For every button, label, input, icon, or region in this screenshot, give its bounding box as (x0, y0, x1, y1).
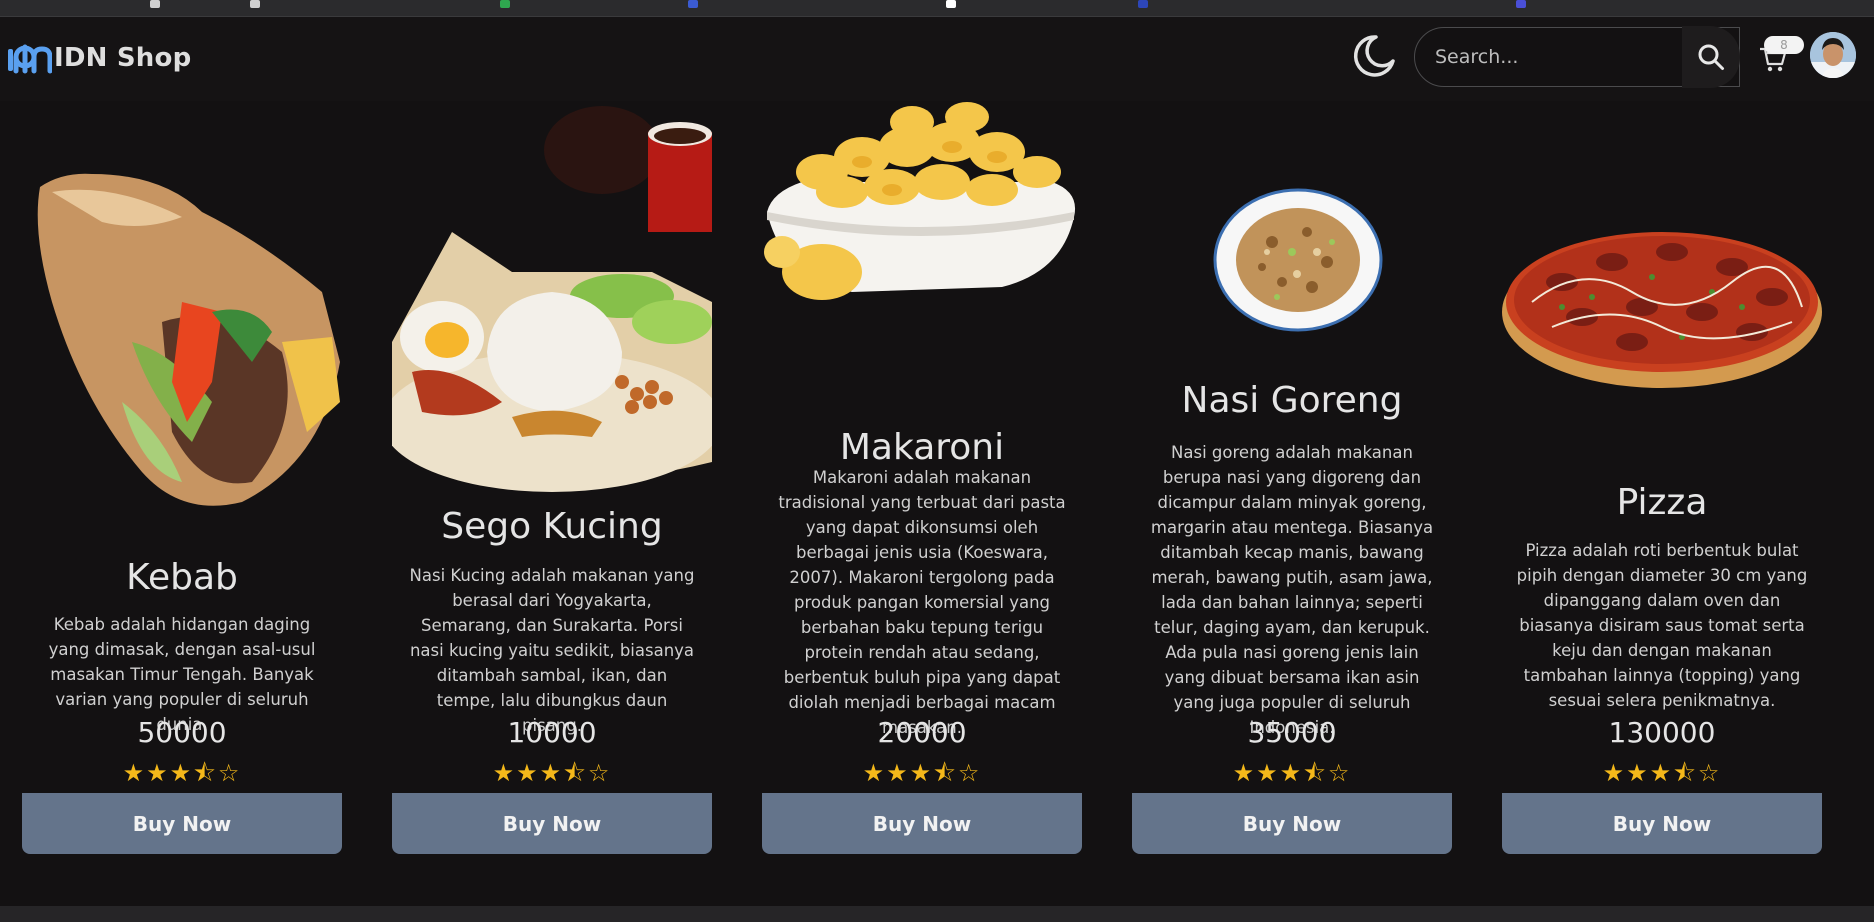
brand-logo-icon (8, 44, 52, 74)
star-rating: ★★★⯪☆ (1232, 759, 1352, 787)
product-title: Kebab (126, 557, 238, 598)
moon-icon[interactable] (1350, 33, 1396, 79)
buy-now-button[interactable]: Buy Now (762, 793, 1082, 854)
product-title: Sego Kucing (441, 506, 663, 547)
kebab-image (37, 173, 340, 506)
product-description: Nasi goreng adalah makanan berupa nasi y… (1150, 443, 1434, 737)
product-image (22, 102, 342, 517)
search-button[interactable] (1682, 26, 1740, 88)
product-description: Nasi Kucing adalah makanan yang berasal … (409, 566, 695, 735)
product-card: Sego Kucing Nasi Kucing adalah makanan y… (382, 102, 722, 854)
star-rating: ★★★⯪☆ (1602, 759, 1722, 787)
star-rating: ★★★⯪☆ (862, 759, 982, 787)
product-title: Nasi Goreng (1181, 380, 1403, 421)
product-price: 10000 (507, 716, 597, 749)
bookmark-icon[interactable] (250, 0, 260, 8)
bookmark-icon[interactable] (150, 0, 160, 8)
product-title: Pizza (1616, 482, 1708, 523)
search-icon (1698, 44, 1724, 70)
product-price: 50000 (137, 716, 227, 749)
bookmark-icon[interactable] (946, 0, 956, 8)
buy-now-button[interactable]: Buy Now (1132, 793, 1452, 854)
brand-name: IDN Shop (54, 43, 192, 73)
pizza-image (1502, 232, 1822, 388)
product-price: 20000 (877, 716, 967, 749)
star-rating: ★★★⯪☆ (122, 759, 242, 787)
bookmark-icon[interactable] (1138, 0, 1148, 8)
bookmark-icon[interactable] (1516, 0, 1526, 8)
buy-now-button[interactable]: Buy Now (392, 793, 712, 854)
bookmark-icon[interactable] (688, 0, 698, 8)
product-description: Pizza adalah roti berbentuk bulat pipih … (1516, 541, 1808, 710)
product-image (382, 102, 722, 517)
taskbar (0, 906, 1874, 922)
brand-link[interactable]: IDN Shop (6, 41, 191, 75)
product-card: Makaroni Makaroni adalah makanan tradisi… (762, 102, 1082, 854)
product-card: Pizza Pizza adalah roti berbentuk bulat … (1502, 102, 1822, 854)
buy-now-button[interactable]: Buy Now (1502, 793, 1822, 854)
browser-bookmark-bar (0, 0, 1874, 17)
sego-kucing-image (382, 106, 722, 492)
user-avatar[interactable] (1810, 32, 1856, 78)
product-title: Makaroni (839, 427, 1005, 468)
product-description: Makaroni adalah makanan tradisional yang… (778, 468, 1066, 737)
product-card: Nasi Goreng Nasi goreng adalah makanan b… (1132, 102, 1452, 854)
product-image (1502, 102, 1822, 517)
avatar-image (1810, 32, 1856, 78)
search-input[interactable] (1415, 28, 1675, 86)
product-price: 130000 (1608, 716, 1716, 749)
bookmark-icon[interactable] (500, 0, 510, 8)
cart-count-badge: 8 (1764, 36, 1804, 54)
buy-now-button[interactable]: Buy Now (22, 793, 342, 854)
product-price: 35000 (1247, 716, 1337, 749)
star-rating: ★★★⯪☆ (492, 759, 612, 787)
product-card: Kebab Kebab adalah hidangan daging yang … (22, 102, 342, 854)
